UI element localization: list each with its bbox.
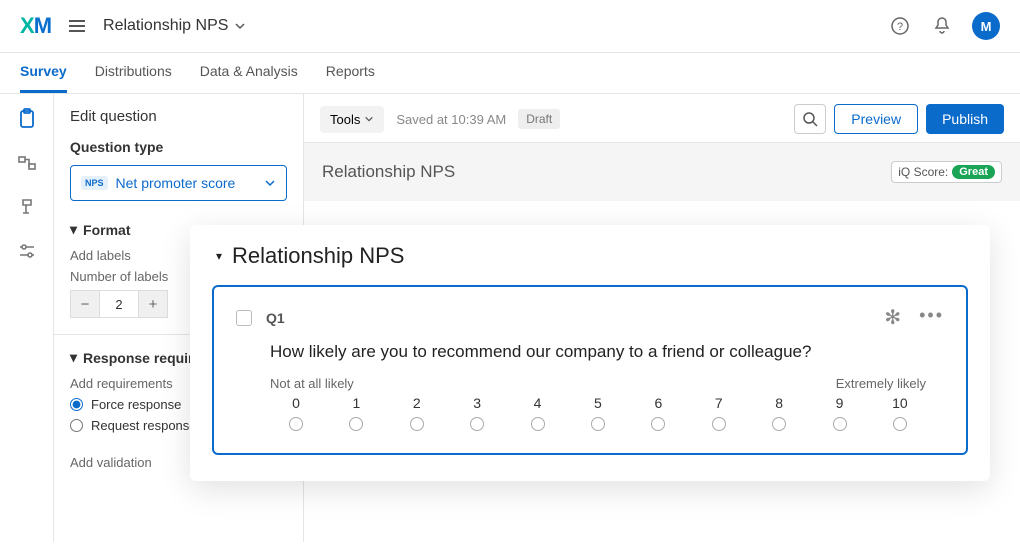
- tab-distributions[interactable]: Distributions: [95, 53, 172, 93]
- left-rail: [0, 94, 54, 542]
- question-overlay: ▾ Relationship NPS Q1 ✻ ••• How likely a…: [190, 225, 990, 481]
- scale-radio[interactable]: [591, 417, 605, 431]
- preview-button[interactable]: Preview: [834, 104, 918, 134]
- rail-look-feel-icon[interactable]: [14, 194, 40, 220]
- scale-radio[interactable]: [772, 417, 786, 431]
- question-type-select[interactable]: NPS Net promoter score: [70, 165, 287, 201]
- scale-option[interactable]: 2: [391, 395, 443, 431]
- scale-radio[interactable]: [531, 417, 545, 431]
- stepper-value: 2: [100, 290, 138, 318]
- draft-badge: Draft: [518, 109, 560, 129]
- stepper-increment[interactable]: +: [138, 290, 168, 318]
- project-name-text: Relationship NPS: [103, 17, 228, 35]
- scale-option[interactable]: 4: [512, 395, 564, 431]
- scale-number: 10: [892, 395, 908, 411]
- scale-number: 5: [594, 395, 602, 411]
- nps-badge: NPS: [81, 176, 108, 190]
- scale-number: 7: [715, 395, 723, 411]
- chevron-down-icon: [364, 114, 374, 124]
- tab-survey[interactable]: Survey: [20, 53, 67, 93]
- chevron-down-icon: [234, 20, 246, 32]
- scale-option[interactable]: 6: [632, 395, 684, 431]
- scale-number: 6: [654, 395, 662, 411]
- question-card[interactable]: Q1 ✻ ••• How likely are you to recommend…: [212, 285, 968, 455]
- scale-option[interactable]: 1: [330, 395, 382, 431]
- scale-number: 1: [352, 395, 360, 411]
- app-header: XM Relationship NPS ? M: [0, 0, 1020, 53]
- scale-radio[interactable]: [833, 417, 847, 431]
- question-number: Q1: [266, 310, 285, 326]
- tools-dropdown[interactable]: Tools: [320, 106, 384, 133]
- chevron-down-icon: [264, 177, 276, 189]
- overlay-block-heading[interactable]: ▾ Relationship NPS: [212, 243, 968, 269]
- scale-radio[interactable]: [712, 417, 726, 431]
- scale-number: 4: [534, 395, 542, 411]
- block-header: Relationship NPS iQ Score: Great: [304, 142, 1020, 201]
- search-button[interactable]: [794, 104, 826, 134]
- search-icon: [802, 111, 818, 127]
- scale-option[interactable]: 8: [753, 395, 805, 431]
- scale-option[interactable]: 7: [693, 395, 745, 431]
- scale-number: 0: [292, 395, 300, 411]
- request-response-radio[interactable]: [70, 419, 83, 432]
- question-type-label: Question type: [70, 139, 287, 155]
- svg-text:?: ?: [897, 21, 903, 33]
- scale-label-low: Not at all likely: [270, 376, 354, 391]
- scale-option[interactable]: 9: [814, 395, 866, 431]
- scale-number: 9: [836, 395, 844, 411]
- canvas-toolbar: Tools Saved at 10:39 AM Draft Preview Pu…: [304, 94, 1020, 142]
- block-title: Relationship NPS: [322, 162, 455, 182]
- stepper-decrement[interactable]: −: [70, 290, 100, 318]
- xm-logo: XM: [20, 13, 51, 39]
- question-more-icon[interactable]: •••: [919, 305, 944, 330]
- scale-radio[interactable]: [470, 417, 484, 431]
- saved-timestamp: Saved at 10:39 AM: [396, 112, 506, 127]
- scale-radio[interactable]: [893, 417, 907, 431]
- scale-number: 3: [473, 395, 481, 411]
- main-tabs: Survey Distributions Data & Analysis Rep…: [0, 53, 1020, 94]
- rail-options-icon[interactable]: [14, 238, 40, 264]
- panel-title: Edit question: [70, 108, 287, 125]
- tab-data-analysis[interactable]: Data & Analysis: [200, 53, 298, 93]
- question-type-value: Net promoter score: [116, 175, 256, 191]
- publish-button[interactable]: Publish: [926, 104, 1004, 134]
- scale-radio[interactable]: [410, 417, 424, 431]
- scale-radio[interactable]: [349, 417, 363, 431]
- scale-number: 8: [775, 395, 783, 411]
- scale-radio[interactable]: [289, 417, 303, 431]
- scale-option[interactable]: 0: [270, 395, 322, 431]
- add-validation-label: Add validation: [70, 455, 152, 470]
- expertreview-icon[interactable]: ✻: [884, 305, 901, 330]
- nps-scale: 0 1 2 3 4 5 6 7 8 9 10: [270, 395, 926, 431]
- help-icon[interactable]: ?: [888, 14, 912, 38]
- user-avatar[interactable]: M: [972, 12, 1000, 40]
- scale-number: 2: [413, 395, 421, 411]
- force-response-radio[interactable]: [70, 398, 83, 411]
- notifications-icon[interactable]: [930, 14, 954, 38]
- scale-option[interactable]: 10: [874, 395, 926, 431]
- iq-score-badge[interactable]: iQ Score: Great: [891, 161, 1002, 183]
- menu-icon[interactable]: [69, 20, 85, 32]
- scale-radio[interactable]: [651, 417, 665, 431]
- project-name-dropdown[interactable]: Relationship NPS: [103, 17, 246, 35]
- scale-option[interactable]: 5: [572, 395, 624, 431]
- question-select-checkbox[interactable]: [236, 310, 252, 326]
- scale-option[interactable]: 3: [451, 395, 503, 431]
- rail-flow-icon[interactable]: [14, 150, 40, 176]
- tab-reports[interactable]: Reports: [326, 53, 375, 93]
- scale-label-high: Extremely likely: [836, 376, 926, 391]
- question-text[interactable]: How likely are you to recommend our comp…: [270, 342, 944, 362]
- rail-builder-icon[interactable]: [14, 106, 40, 132]
